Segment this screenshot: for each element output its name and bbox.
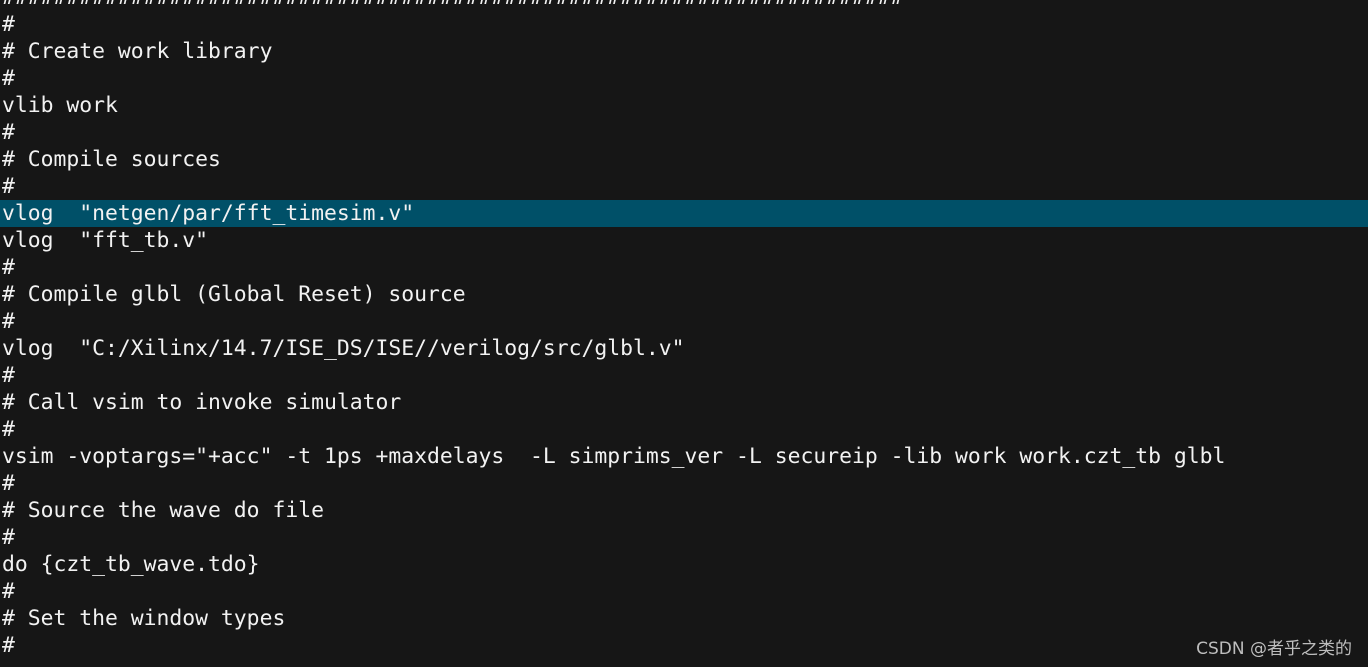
code-line[interactable]: # xyxy=(2,470,1368,497)
code-line[interactable]: ########################################… xyxy=(2,0,1368,11)
code-line[interactable]: # xyxy=(2,362,1368,389)
code-line[interactable]: # Set the window types xyxy=(2,605,1368,632)
code-line[interactable]: vlib work xyxy=(2,92,1368,119)
code-line[interactable]: # xyxy=(2,119,1368,146)
code-line[interactable]: vlog "C:/Xilinx/14.7/ISE_DS/ISE//verilog… xyxy=(2,335,1368,362)
watermark: CSDN @者乎之类的 xyxy=(1196,639,1352,659)
code-line[interactable]: # xyxy=(2,308,1368,335)
code-line[interactable]: do {czt_tb_wave.tdo} xyxy=(2,551,1368,578)
code-line[interactable]: # Compile glbl (Global Reset) source xyxy=(2,281,1368,308)
code-line-selected[interactable]: vlog "netgen/par/fft_timesim.v" xyxy=(0,200,1368,227)
code-line[interactable]: # xyxy=(2,65,1368,92)
code-line[interactable]: # xyxy=(2,173,1368,200)
code-line[interactable]: # Source the wave do file xyxy=(2,497,1368,524)
code-line[interactable]: # xyxy=(2,632,1368,659)
code-line[interactable]: # xyxy=(2,578,1368,605)
code-line[interactable]: # Compile sources xyxy=(2,146,1368,173)
code-line[interactable]: # xyxy=(2,11,1368,38)
code-line[interactable]: # xyxy=(2,416,1368,443)
code-line[interactable]: vsim -voptargs="+acc" -t 1ps +maxdelays … xyxy=(2,443,1368,470)
code-line[interactable]: vlog "fft_tb.v" xyxy=(2,227,1368,254)
code-line[interactable]: # xyxy=(2,254,1368,281)
code-line[interactable]: # Create work library xyxy=(2,38,1368,65)
code-editor[interactable]: ########################################… xyxy=(0,0,1368,659)
code-line[interactable]: # xyxy=(2,524,1368,551)
code-line[interactable]: # Call vsim to invoke simulator xyxy=(2,389,1368,416)
